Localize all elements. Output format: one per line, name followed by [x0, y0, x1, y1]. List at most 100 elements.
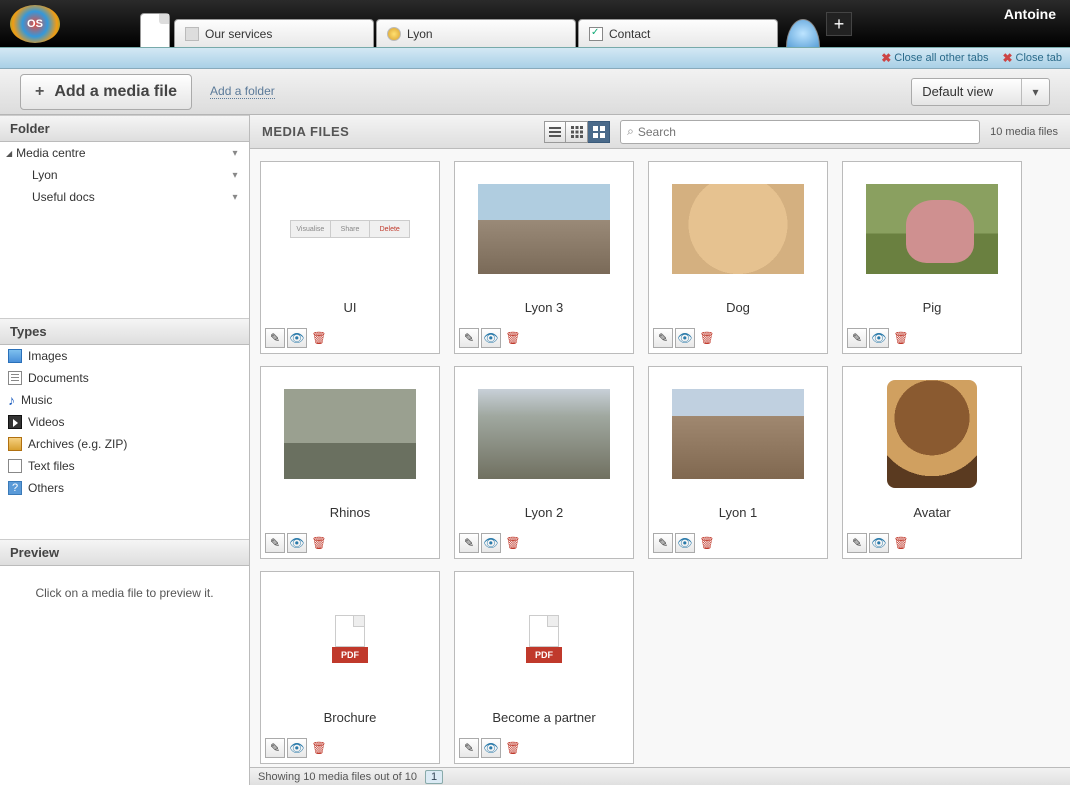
- add-media-button[interactable]: + Add a media file: [20, 74, 192, 110]
- page-number[interactable]: 1: [425, 770, 443, 784]
- media-card[interactable]: PDFBrochure✎👁🗑: [260, 571, 440, 764]
- trash-icon: 🗑: [505, 741, 520, 755]
- edit-button[interactable]: ✎: [265, 328, 285, 348]
- type-others[interactable]: ?Others: [0, 477, 249, 499]
- thumbnail-area: [261, 367, 439, 501]
- pencil-icon: ✎: [464, 536, 474, 550]
- card-actions: ✎ 👁 🗑: [649, 528, 827, 558]
- image-thumbnail: [478, 184, 610, 274]
- view-button[interactable]: 👁: [287, 328, 307, 348]
- delete-button[interactable]: 🗑: [503, 533, 523, 553]
- edit-button[interactable]: ✎: [653, 328, 673, 348]
- media-name: Pig: [843, 296, 1021, 323]
- edit-button[interactable]: ✎: [653, 533, 673, 553]
- add-folder-link[interactable]: Add a folder: [210, 84, 275, 99]
- card-actions: ✎ 👁 🗑: [455, 528, 633, 558]
- search-input[interactable]: [638, 125, 973, 139]
- trash-icon: 🗑: [699, 536, 714, 550]
- media-card[interactable]: PDFBecome a partner✎👁🗑: [454, 571, 634, 764]
- media-card[interactable]: Avatar✎👁🗑: [842, 366, 1022, 559]
- checkbox-icon: [589, 27, 603, 41]
- add-tab-button[interactable]: +: [826, 12, 852, 36]
- media-name: Dog: [649, 296, 827, 323]
- videos-icon: [8, 415, 22, 429]
- chevron-down-icon[interactable]: ▾: [227, 170, 243, 181]
- type-documents[interactable]: Documents: [0, 367, 249, 389]
- delete-button[interactable]: 🗑: [309, 533, 329, 553]
- edit-button[interactable]: ✎: [265, 533, 285, 553]
- edit-button[interactable]: ✎: [265, 738, 285, 758]
- image-thumbnail: [478, 389, 610, 479]
- view-button[interactable]: 👁: [675, 533, 695, 553]
- media-card[interactable]: Dog ✎ 👁🗑: [648, 161, 828, 354]
- trash-icon: 🗑: [311, 741, 326, 755]
- search-field[interactable]: ⌕: [620, 120, 980, 144]
- edit-button[interactable]: ✎: [847, 328, 867, 348]
- close-other-tabs-link[interactable]: ✖Close all other tabs: [881, 51, 988, 65]
- pdf-icon: PDF: [526, 615, 562, 663]
- edit-button[interactable]: ✎: [459, 533, 479, 553]
- thumbnail-area: [843, 367, 1021, 501]
- tab-lyon[interactable]: Lyon: [376, 19, 576, 47]
- media-name: Brochure: [261, 706, 439, 733]
- image-thumbnail: [672, 389, 804, 479]
- view-large-grid-button[interactable]: [588, 121, 610, 143]
- delete-button[interactable]: 🗑: [309, 328, 329, 348]
- eye-icon: 👁: [871, 536, 886, 550]
- view-button[interactable]: 👁: [481, 328, 501, 348]
- close-icon: ✖: [1002, 51, 1012, 65]
- tree-node-lyon[interactable]: Lyon▾: [0, 164, 249, 186]
- delete-button[interactable]: 🗑: [309, 738, 329, 758]
- view-button[interactable]: 👁: [287, 738, 307, 758]
- tab-our-services[interactable]: Our services: [174, 19, 374, 47]
- edit-button[interactable]: ✎: [459, 738, 479, 758]
- globe-icon[interactable]: [786, 19, 820, 47]
- tree-node-useful-docs[interactable]: Useful docs▾: [0, 186, 249, 208]
- media-card[interactable]: VisualiseShareDeleteUI✎👁🗑: [260, 161, 440, 354]
- pencil-icon: ✎: [658, 331, 668, 345]
- type-archives[interactable]: Archives (e.g. ZIP): [0, 433, 249, 455]
- delete-button[interactable]: 🗑: [503, 328, 523, 348]
- media-card[interactable]: Rhinos✎👁🗑: [260, 366, 440, 559]
- view-switcher: [544, 121, 610, 143]
- sidebar: Folder Media centre▾ Lyon▾ Useful docs▾ …: [0, 115, 250, 785]
- view-button[interactable]: 👁: [287, 533, 307, 553]
- view-button[interactable]: 👁: [481, 738, 501, 758]
- tree-node-media-centre[interactable]: Media centre▾: [0, 142, 249, 164]
- media-card[interactable]: Lyon 1✎👁🗑: [648, 366, 828, 559]
- eye-icon: 👁: [677, 536, 692, 550]
- view-button[interactable]: 👁: [869, 328, 889, 348]
- delete-button[interactable]: 🗑: [697, 328, 717, 348]
- card-actions: ✎👁🗑: [843, 323, 1021, 353]
- text-icon: [8, 459, 22, 473]
- thumbnail-area: [649, 367, 827, 501]
- eye-icon: 👁: [483, 536, 498, 550]
- view-select[interactable]: Default view ▾: [911, 78, 1050, 106]
- delete-button[interactable]: 🗑: [503, 738, 523, 758]
- chevron-down-icon[interactable]: ▾: [227, 148, 243, 159]
- type-music[interactable]: ♪Music: [0, 389, 249, 411]
- type-text-files[interactable]: Text files: [0, 455, 249, 477]
- edit-button[interactable]: ✎: [459, 328, 479, 348]
- view-button[interactable]: 👁: [869, 533, 889, 553]
- pencil-icon: ✎: [658, 536, 668, 550]
- media-card[interactable]: Pig✎👁🗑: [842, 161, 1022, 354]
- delete-button[interactable]: 🗑: [697, 533, 717, 553]
- media-card[interactable]: Lyon 2✎👁🗑: [454, 366, 634, 559]
- eye-icon: 👁: [483, 741, 498, 755]
- type-images[interactable]: Images: [0, 345, 249, 367]
- username-label[interactable]: Antoine: [1004, 6, 1056, 22]
- delete-button[interactable]: 🗑: [891, 328, 911, 348]
- view-button[interactable]: 👁: [481, 533, 501, 553]
- view-list-button[interactable]: [544, 121, 566, 143]
- type-videos[interactable]: Videos: [0, 411, 249, 433]
- chevron-down-icon[interactable]: ▾: [227, 192, 243, 203]
- delete-button[interactable]: 🗑: [891, 533, 911, 553]
- view-small-grid-button[interactable]: [566, 121, 588, 143]
- document-icon[interactable]: [140, 13, 170, 47]
- close-tab-link[interactable]: ✖Close tab: [1002, 51, 1062, 65]
- media-card[interactable]: Lyon 3✎👁🗑: [454, 161, 634, 354]
- edit-button[interactable]: ✎: [847, 533, 867, 553]
- view-button[interactable]: 👁: [675, 328, 695, 348]
- tab-contact[interactable]: Contact: [578, 19, 778, 47]
